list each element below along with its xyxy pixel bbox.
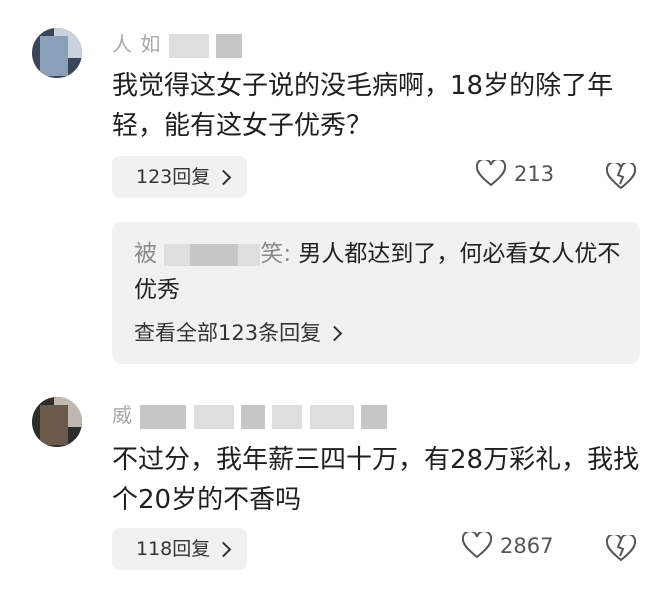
redacted-mosaic (238, 243, 261, 266)
avatar[interactable] (32, 397, 82, 447)
comment-text: 不过分，我年薪三四十万，有28万彩礼，我找个20岁的不香吗 (112, 445, 640, 515)
avatar[interactable] (32, 28, 82, 78)
comment-item: 威 不过分，我年薪三四十万，有28万彩礼，我找个20岁的不香吗 118回复 28… (0, 385, 660, 590)
redacted-mosaic (168, 33, 209, 58)
comment-text: 我觉得这女子说的没毛病啊，18岁的除了年轻，能有这女子优秀？ (112, 71, 614, 141)
heart-outline-icon (462, 532, 492, 559)
username[interactable]: 人 如 (112, 28, 243, 58)
sub-reply-box[interactable]: 被 笑: 男人都达到了，何必看女人优不优秀 查看全部123条回复 (112, 222, 640, 364)
redacted-mosaic (140, 404, 187, 429)
redacted-mosaic (241, 404, 266, 429)
redacted-mosaic (216, 33, 243, 58)
chevron-right-icon (215, 541, 232, 557)
broken-heart-icon[interactable] (605, 161, 637, 194)
like-count: 2867 (500, 533, 554, 558)
redacted-mosaic (309, 404, 354, 429)
redacted-mosaic (190, 243, 239, 266)
redacted-mosaic (193, 404, 234, 429)
redacted-mosaic (164, 243, 191, 266)
like-button[interactable]: 213 (476, 160, 554, 187)
view-all-replies-link[interactable]: 查看全部123条回复 (134, 316, 343, 350)
username[interactable]: 威 (112, 399, 388, 429)
like-count: 213 (514, 161, 555, 186)
redacted-mosaic (272, 404, 303, 429)
chevron-right-icon (215, 169, 232, 185)
like-button[interactable]: 2867 (462, 532, 553, 559)
reply-count-button[interactable]: 123回复 (112, 156, 248, 198)
comment-item: 人 如 我觉得这女子说的没毛病啊，18岁的除了年轻，能有这女子优秀？ 123回复… (0, 0, 660, 385)
reply-count-button[interactable]: 118回复 (112, 528, 248, 570)
heart-outline-icon (476, 160, 506, 187)
chevron-right-icon (326, 325, 343, 341)
broken-heart-icon[interactable] (605, 533, 637, 566)
sub-reply-author[interactable]: 被 笑: (134, 241, 291, 267)
redacted-mosaic (361, 404, 388, 429)
sub-reply-text: 被 笑: 男人都达到了，何必看女人优不优秀 (134, 241, 621, 303)
